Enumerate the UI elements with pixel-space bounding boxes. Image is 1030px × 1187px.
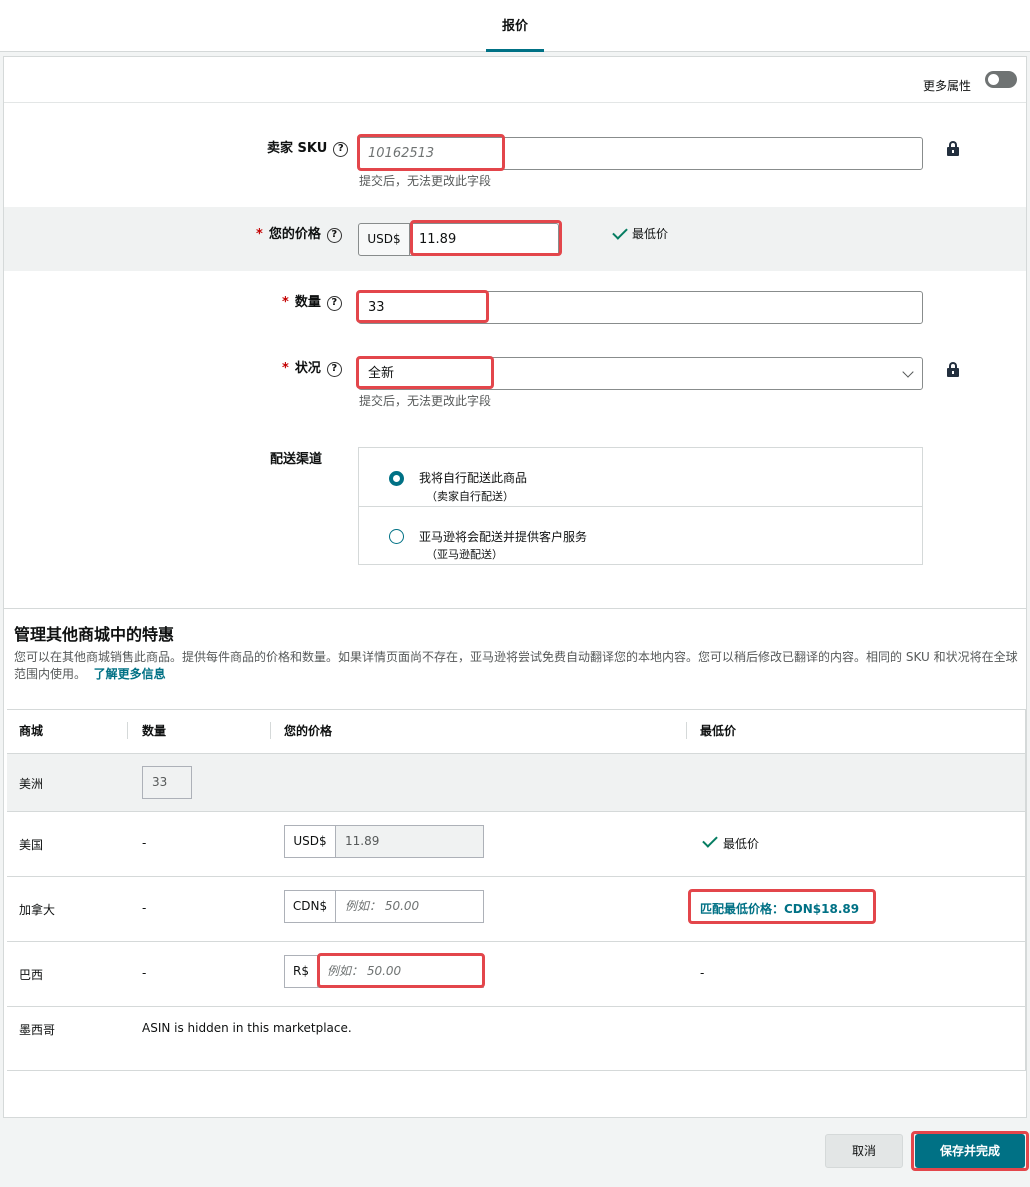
market-name: 巴西 xyxy=(19,968,44,982)
lock-icon xyxy=(947,362,959,377)
tab-active-indicator xyxy=(486,49,544,52)
highlight-quantity xyxy=(356,290,489,323)
lock-icon xyxy=(947,141,959,156)
tab-bar: 报价 xyxy=(0,0,1030,52)
required-marker: * xyxy=(256,227,263,242)
marketplace-table: 商城 数量 您的价格 最低价 美洲 33 美国 - USD$ 11.89 最低价… xyxy=(7,709,1026,1071)
condition-hint: 提交后，无法更改此字段 xyxy=(359,394,492,408)
table-row: 墨西哥 ASIN is hidden in this marketplace. xyxy=(7,1006,1025,1071)
required-marker: * xyxy=(282,361,289,376)
highlight-price xyxy=(410,220,562,256)
fulfillment-label: 配送渠道 xyxy=(270,452,323,467)
more-attributes-label: 更多属性 xyxy=(923,79,972,93)
condition-label-group: * 状况? xyxy=(282,357,342,377)
check-icon xyxy=(702,832,718,848)
other-marketplaces-title: 管理其他商城中的特惠 xyxy=(14,625,175,644)
price-label: 您的价格 xyxy=(268,227,321,242)
condition-label: 状况 xyxy=(294,361,321,376)
market-name: 美国 xyxy=(19,838,44,852)
market-name: 墨西哥 xyxy=(19,1023,56,1037)
fulfillment-option-sub: （亚马逊配送） xyxy=(426,548,503,561)
highlight-sku xyxy=(357,134,505,171)
quantity-label-group: * 数量? xyxy=(282,291,342,311)
currency-prefix: CDN$ xyxy=(284,890,336,923)
tab-offer[interactable]: 报价 xyxy=(486,0,544,52)
market-name: 美洲 xyxy=(19,777,44,791)
offer-card: 更多属性 卖家 SKU? 10162513 提交后，无法更改此字段 * 您的价格?… xyxy=(3,56,1027,1118)
radio-selected-icon[interactable] xyxy=(389,471,404,486)
required-marker: * xyxy=(282,295,289,310)
radio-unselected-icon[interactable] xyxy=(389,529,404,544)
market-name: 加拿大 xyxy=(19,903,56,917)
table-row: 美洲 33 xyxy=(7,753,1025,811)
lowest-price: - xyxy=(700,966,705,980)
other-marketplaces-description: 您可以在其他商城销售此商品。提供每件商品的价格和数量。如果详情页面尚不存在，亚马… xyxy=(14,649,1019,683)
toggle-knob xyxy=(988,74,999,85)
fulfillment-option-main: 我将自行配送此商品 xyxy=(419,471,528,485)
column-divider xyxy=(686,722,687,739)
sku-hint: 提交后，无法更改此字段 xyxy=(359,174,492,188)
lowest-price: 最低价 xyxy=(723,837,760,851)
market-quantity: - xyxy=(142,836,147,850)
column-header: 商城 xyxy=(19,724,44,738)
market-price-input[interactable]: 11.89 xyxy=(336,825,484,858)
column-divider xyxy=(127,722,128,739)
highlight-condition xyxy=(356,356,494,389)
table-row: 美国 - USD$ 11.89 最低价 xyxy=(7,811,1025,876)
highlight-brazil-price xyxy=(317,953,485,988)
quantity-help-icon[interactable]: ? xyxy=(326,296,342,311)
sku-help-icon[interactable]: ? xyxy=(333,142,349,157)
currency-prefix: USD$ xyxy=(284,825,336,858)
sku-label: 卖家 SKU xyxy=(267,141,328,156)
condition-help-icon[interactable]: ? xyxy=(326,362,342,377)
sku-label-group: 卖家 SKU? xyxy=(267,137,349,157)
more-attributes-row: 更多属性 xyxy=(4,57,1026,103)
column-divider xyxy=(270,722,271,739)
highlight-lowest-price xyxy=(688,889,876,924)
table-row: 加拿大 - CDN$ 例如： 50.00 匹配最低价格：CDN$18.89 xyxy=(7,876,1025,941)
fulfillment-option-amazon[interactable]: 亚马逊将会配送并提供客户服务 （亚马逊配送） xyxy=(359,506,922,564)
currency-prefix: R$ xyxy=(284,955,318,988)
more-attributes-toggle[interactable] xyxy=(985,71,1017,88)
section-divider xyxy=(4,608,1026,609)
price-label-group: * 您的价格? xyxy=(256,223,342,243)
tab-offer-label: 报价 xyxy=(501,19,528,34)
region-quantity-input[interactable]: 33 xyxy=(142,766,192,799)
column-header: 最低价 xyxy=(700,724,737,738)
price-currency-prefix: USD$ xyxy=(358,223,410,256)
fulfillment-option-merchant[interactable]: 我将自行配送此商品 （卖家自行配送） xyxy=(359,448,922,506)
fulfillment-option-sub: （卖家自行配送） xyxy=(426,490,514,503)
market-quantity: - xyxy=(142,966,147,980)
quantity-label: 数量 xyxy=(294,295,321,310)
column-header: 您的价格 xyxy=(284,724,333,738)
fulfillment-options: 我将自行配送此商品 （卖家自行配送） 亚马逊将会配送并提供客户服务 （亚马逊配送… xyxy=(358,447,923,565)
fulfillment-option-main: 亚马逊将会配送并提供客户服务 xyxy=(419,530,588,544)
market-quantity: - xyxy=(142,901,147,915)
learn-more-link[interactable]: 了解更多信息 xyxy=(94,667,166,681)
market-price-input[interactable]: 例如： 50.00 xyxy=(336,890,484,923)
column-header: 数量 xyxy=(142,724,167,738)
highlight-save-button xyxy=(911,1131,1029,1171)
table-row: 巴西 - R$ 例如： 50.00 - xyxy=(7,941,1025,1006)
price-help-icon[interactable]: ? xyxy=(326,228,342,243)
cancel-button[interactable]: 取消 xyxy=(825,1134,903,1168)
lowest-price-badge: 最低价 xyxy=(632,227,669,241)
market-note: ASIN is hidden in this marketplace. xyxy=(142,1021,352,1035)
